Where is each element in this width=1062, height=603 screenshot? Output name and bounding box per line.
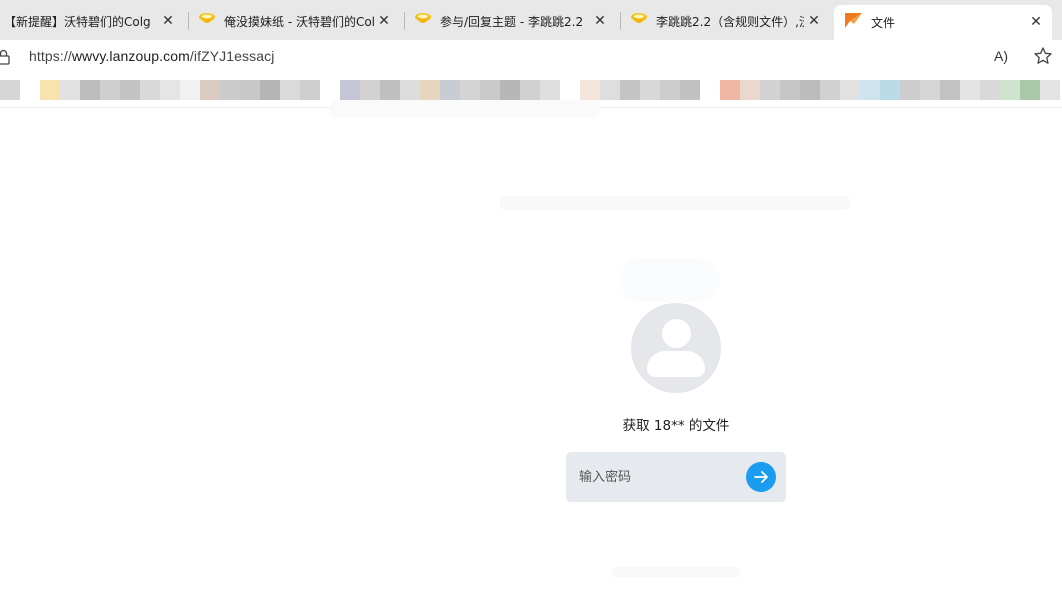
favorite-item[interactable] — [400, 80, 420, 100]
favorite-item[interactable] — [940, 80, 960, 100]
favorite-item[interactable] — [980, 80, 1000, 100]
url-host: wwvy.lanzoup.com — [71, 48, 190, 64]
avatar-body — [647, 351, 705, 377]
tab-strip: 【新提醒】沃特碧们的Colg - ✕ 俺没摸妹纸 - 沃特碧们的Col ✕ 参与… — [0, 0, 1062, 40]
favorite-item[interactable] — [1040, 80, 1060, 100]
favorite-item[interactable] — [780, 80, 800, 100]
close-icon[interactable]: ✕ — [806, 13, 822, 29]
favorite-item[interactable] — [640, 80, 660, 100]
favorite-item[interactable] — [300, 80, 320, 100]
favorite-item[interactable] — [1020, 80, 1040, 100]
favorite-item[interactable] — [340, 80, 360, 100]
favorite-item[interactable] — [820, 80, 840, 100]
favorite-item[interactable] — [540, 80, 560, 100]
favorite-item[interactable] — [60, 80, 80, 100]
tab-title: 李跳跳2.2（含规则文件）,沃 — [656, 14, 804, 29]
file-label: 获取 18** 的文件 — [622, 418, 730, 434]
cup-icon — [199, 13, 215, 23]
favorite-item[interactable] — [360, 80, 380, 100]
favorite-item[interactable] — [200, 80, 220, 100]
favorite-item[interactable] — [960, 80, 980, 100]
arrow-right-icon — [754, 471, 768, 483]
favorite-item[interactable] — [880, 80, 900, 100]
favorite-item[interactable] — [1000, 80, 1020, 100]
close-icon[interactable]: ✕ — [376, 13, 392, 29]
favorite-item[interactable] — [0, 80, 20, 100]
favorite-item[interactable] — [520, 80, 540, 100]
password-input[interactable] — [575, 461, 735, 493]
favorite-item[interactable] — [440, 80, 460, 100]
avatar-head — [662, 319, 691, 348]
favorite-item[interactable] — [760, 80, 780, 100]
favorite-item[interactable] — [840, 80, 860, 100]
faded-icon-area — [620, 258, 720, 302]
favorite-item[interactable] — [680, 80, 700, 100]
tab-title: 俺没摸妹纸 - 沃特碧们的Col — [224, 14, 374, 29]
favorite-item[interactable] — [460, 80, 480, 100]
favorite-item[interactable] — [160, 80, 180, 100]
favorite-item[interactable] — [480, 80, 500, 100]
favorite-item[interactable] — [600, 80, 620, 100]
close-icon[interactable]: ✕ — [1028, 14, 1044, 30]
favorite-item[interactable] — [120, 80, 140, 100]
favorite-item[interactable] — [800, 80, 820, 100]
read-aloud-icon[interactable]: A) — [994, 48, 1008, 64]
cup-icon — [415, 13, 431, 23]
favorite-item[interactable] — [720, 80, 740, 100]
favorite-item[interactable] — [100, 80, 120, 100]
favorite-item[interactable] — [240, 80, 260, 100]
tab-title: 【新提醒】沃特碧们的Colg - — [4, 14, 154, 29]
faded-header-bar — [330, 100, 600, 118]
favorite-item[interactable] — [620, 80, 640, 100]
user-avatar-icon — [631, 303, 721, 393]
tab-separator — [404, 12, 405, 30]
tab-separator — [620, 12, 621, 30]
favorite-item[interactable] — [220, 80, 240, 100]
tab-title: 参与/回复主题 - 李跳跳2.2（ — [440, 14, 588, 29]
tab-title: 文件 — [871, 16, 896, 30]
tab-1[interactable]: 【新提醒】沃特碧们的Colg - ✕ — [4, 6, 184, 36]
favorite-item[interactable] — [380, 80, 400, 100]
favorite-item[interactable] — [740, 80, 760, 100]
password-form — [566, 452, 786, 502]
faded-title-text — [500, 196, 850, 210]
url-scheme: https:// — [29, 48, 72, 64]
favorite-item[interactable] — [900, 80, 920, 100]
address-bar: https://wwvy.lanzoup.com/ifZYJ1essacj A) — [0, 40, 1062, 74]
tab-4[interactable]: 李跳跳2.2（含规则文件）,沃 ✕ — [628, 6, 830, 36]
faded-footer-text — [612, 566, 740, 578]
favorite-item[interactable] — [580, 80, 600, 100]
tab-separator — [188, 12, 189, 30]
favorite-item[interactable] — [660, 80, 680, 100]
favorite-item[interactable] — [860, 80, 880, 100]
favorite-item[interactable] — [260, 80, 280, 100]
lock-icon[interactable] — [0, 49, 11, 65]
favorite-item[interactable] — [920, 80, 940, 100]
lanzou-logo-icon — [845, 13, 862, 28]
favorite-item[interactable] — [500, 80, 520, 100]
favorite-item[interactable] — [140, 80, 160, 100]
favorite-item[interactable] — [420, 80, 440, 100]
star-icon[interactable] — [1033, 46, 1053, 66]
tab-2[interactable]: 俺没摸妹纸 - 沃特碧们的Col ✕ — [196, 6, 400, 36]
cup-icon — [631, 13, 647, 23]
favorite-item[interactable] — [40, 80, 60, 100]
url-path: /ifZYJ1essacj — [189, 48, 275, 64]
favorite-item[interactable] — [280, 80, 300, 100]
favorite-item[interactable] — [80, 80, 100, 100]
url-field[interactable]: https://wwvy.lanzoup.com/ifZYJ1essacj — [29, 48, 274, 64]
favorite-item[interactable] — [180, 80, 200, 100]
close-icon[interactable]: ✕ — [160, 13, 176, 29]
close-icon[interactable]: ✕ — [592, 13, 608, 29]
submit-button[interactable] — [746, 462, 776, 492]
tab-5-active[interactable]: 文件 ✕ — [834, 5, 1052, 40]
tab-3[interactable]: 参与/回复主题 - 李跳跳2.2（ ✕ — [412, 6, 616, 36]
